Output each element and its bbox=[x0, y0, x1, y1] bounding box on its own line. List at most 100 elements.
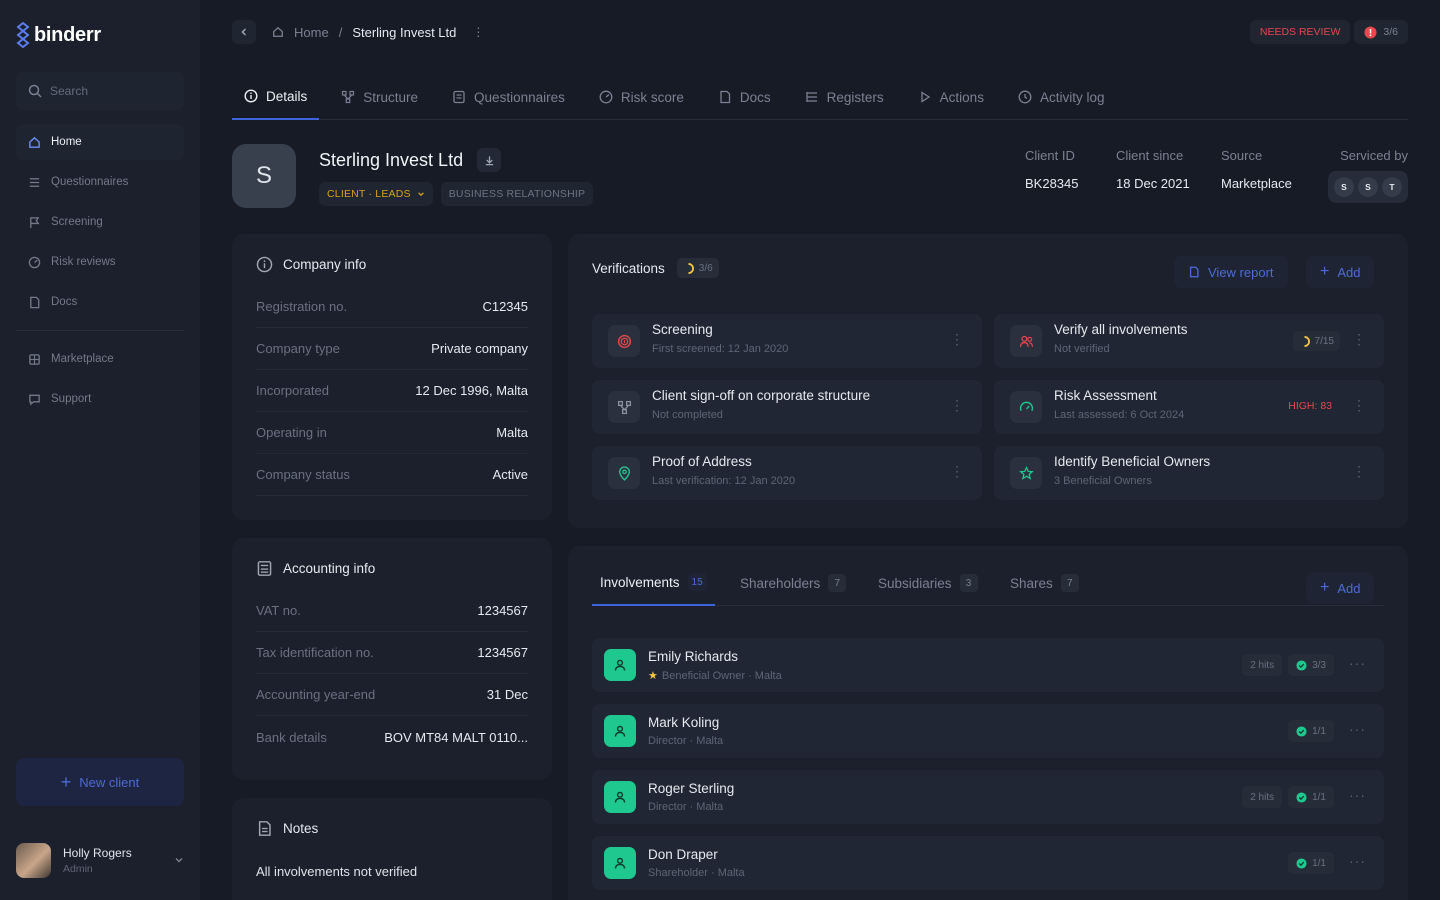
chat-icon bbox=[29, 394, 40, 406]
new-client-button[interactable]: + New client bbox=[16, 758, 184, 806]
tab-risk-score[interactable]: Risk score bbox=[587, 74, 696, 120]
tab-actions[interactable]: Actions bbox=[906, 74, 996, 120]
field-value: C12345 bbox=[482, 299, 528, 314]
verification-item-risk-assessment[interactable]: Risk Assessment Last assessed: 6 Oct 202… bbox=[994, 380, 1384, 434]
info-icon bbox=[244, 89, 258, 103]
sidebar-item-label: Screening bbox=[51, 216, 103, 228]
more-horizontal-icon[interactable]: ··· bbox=[1349, 655, 1366, 671]
table-row[interactable]: Roger Sterling Director · Malta 2 hits 1… bbox=[592, 770, 1384, 824]
person-name: Emily Richards bbox=[648, 649, 739, 664]
person-role: Director · Malta bbox=[648, 801, 723, 813]
review-progress-badge[interactable]: 3/6 bbox=[1354, 20, 1408, 44]
person-role: ★ Beneficial Owner · Malta bbox=[648, 669, 782, 683]
download-button[interactable] bbox=[477, 148, 502, 172]
company-info-card: Company info Registration no. C12345 Com… bbox=[232, 234, 552, 520]
sidebar-item-docs[interactable]: Docs bbox=[16, 284, 184, 320]
add-verification-button[interactable]: + Add bbox=[1306, 256, 1375, 288]
tab-shares[interactable]: Shares 7 bbox=[1010, 560, 1079, 606]
person-role: Shareholder · Malta bbox=[648, 867, 745, 879]
tab-questionnaires[interactable]: Questionnaires bbox=[440, 74, 577, 120]
sidebar-item-marketplace[interactable]: Marketplace bbox=[16, 341, 184, 377]
new-client-label: New client bbox=[79, 774, 140, 790]
needs-review-badge[interactable]: NEEDS REVIEW bbox=[1249, 20, 1351, 44]
user-name: Holly Rogers bbox=[63, 845, 132, 860]
more-vertical-icon[interactable]: ⋮ bbox=[1352, 398, 1366, 412]
sidebar-item-label: Questionnaires bbox=[51, 176, 129, 188]
verifications-title: Verifications bbox=[592, 260, 665, 276]
more-vertical-icon[interactable]: ⋮ bbox=[950, 332, 964, 346]
tab-shareholders[interactable]: Shareholders 7 bbox=[740, 560, 847, 606]
tab-involvements[interactable]: Involvements 15 bbox=[592, 560, 715, 606]
field-value: Private company bbox=[431, 341, 528, 356]
user-menu[interactable]: Holly Rogers Admin bbox=[16, 840, 184, 880]
list-icon bbox=[29, 177, 40, 187]
gauge-icon bbox=[1019, 401, 1033, 411]
hits-badge[interactable]: 2 hits bbox=[1242, 654, 1283, 676]
row-badges: 2 hits 3/3 bbox=[1242, 654, 1334, 676]
sidebar-item-screening[interactable]: Screening bbox=[16, 204, 184, 240]
sidebar-item-risk-reviews[interactable]: Risk reviews bbox=[16, 244, 184, 280]
tab-subsidiaries[interactable]: Subsidiaries 3 bbox=[878, 560, 978, 606]
verification-item-client-sign-off[interactable]: Client sign-off on corporate structure N… bbox=[592, 380, 982, 434]
tab-structure[interactable]: Structure bbox=[329, 74, 430, 120]
more-horizontal-icon[interactable]: ··· bbox=[1349, 787, 1366, 803]
form-icon bbox=[453, 90, 465, 104]
back-button[interactable] bbox=[232, 20, 256, 44]
sidebar-item-support[interactable]: Support bbox=[16, 381, 184, 417]
table-row[interactable]: Don Draper Shareholder · Malta 1/1 ··· bbox=[592, 836, 1384, 890]
sidebar-item-home[interactable]: Home bbox=[16, 124, 184, 160]
more-vertical-icon[interactable]: ⋮ bbox=[472, 25, 484, 39]
add-involvement-button[interactable]: + Add bbox=[1306, 572, 1375, 604]
notes-text: All involvements not verified bbox=[256, 864, 418, 879]
tab-registers[interactable]: Registers bbox=[793, 74, 896, 120]
hits-badge[interactable]: 2 hits bbox=[1242, 786, 1283, 808]
client-source-label: Source bbox=[1221, 148, 1263, 163]
verification-item-beneficial-owners[interactable]: Identify Beneficial Owners 3 Beneficial … bbox=[994, 446, 1384, 500]
sidebar-item-label: Docs bbox=[51, 296, 78, 308]
field-label: Accounting year-end bbox=[256, 687, 376, 702]
tab-activity-log[interactable]: Activity log bbox=[1006, 74, 1117, 120]
verification-item-verify-involvements[interactable]: Verify all involvements Not verified 7/1… bbox=[994, 314, 1384, 368]
more-horizontal-icon[interactable]: ··· bbox=[1349, 853, 1366, 869]
serviced-by-label: Serviced by bbox=[1340, 148, 1408, 163]
verification-title: Risk Assessment bbox=[1054, 388, 1157, 403]
more-vertical-icon[interactable]: ⋮ bbox=[950, 398, 964, 412]
document-icon bbox=[1189, 266, 1199, 278]
person-role-text: Shareholder · Malta bbox=[648, 867, 745, 879]
view-report-button[interactable]: View report bbox=[1174, 256, 1288, 288]
table-row[interactable]: Mark Koling Director · Malta 1/1 ··· bbox=[592, 704, 1384, 758]
table-row[interactable]: Emily Richards ★ Beneficial Owner · Malt… bbox=[592, 638, 1384, 692]
chevron-down-icon[interactable] bbox=[174, 855, 184, 865]
info-icon bbox=[256, 256, 273, 273]
sidebar-item-questionnaires[interactable]: Questionnaires bbox=[16, 164, 184, 200]
sidebar-item-label: Marketplace bbox=[51, 353, 114, 365]
breadcrumb: Home / Sterling Invest Ltd ⋮ bbox=[232, 20, 484, 44]
more-vertical-icon[interactable]: ⋮ bbox=[1352, 332, 1366, 346]
more-vertical-icon[interactable]: ⋮ bbox=[1352, 464, 1366, 478]
download-icon bbox=[485, 155, 493, 165]
serviced-by-avatars[interactable]: S S T bbox=[1328, 171, 1408, 203]
more-horizontal-icon[interactable]: ··· bbox=[1349, 721, 1366, 737]
main-content: Home / Sterling Invest Ltd ⋮ NEEDS REVIE… bbox=[200, 0, 1440, 900]
progress-ring-icon bbox=[1303, 335, 1310, 347]
accounting-info-row: Accounting year-end 31 Dec bbox=[256, 674, 528, 716]
client-id-value: BK28345 bbox=[1025, 176, 1079, 191]
verification-item-proof-of-address[interactable]: Proof of Address Last verification: 12 J… bbox=[592, 446, 982, 500]
logo[interactable]: binderr bbox=[16, 22, 101, 48]
company-info-row: Incorporated 12 Dec 1996, Malta bbox=[256, 370, 528, 412]
person-name: Mark Koling bbox=[648, 715, 720, 730]
document-icon bbox=[720, 90, 731, 104]
verification-item-screening[interactable]: Screening First screened: 12 Jan 2020 ⋮ bbox=[592, 314, 982, 368]
verifications-card: Verifications 3/6 View report + Add Scre… bbox=[568, 234, 1408, 528]
tab-docs[interactable]: Docs bbox=[706, 74, 783, 120]
verification-icon-wrap bbox=[608, 325, 640, 357]
involvements-tab-bar: Involvements 15 Shareholders 7 Subsidiar… bbox=[592, 560, 1384, 606]
client-type-dropdown[interactable]: CLIENT · LEADS bbox=[319, 182, 433, 206]
tab-details[interactable]: Details bbox=[232, 74, 320, 120]
check-circle-icon bbox=[1296, 857, 1307, 869]
breadcrumb-home[interactable]: Home bbox=[294, 25, 329, 40]
more-vertical-icon[interactable]: ⋮ bbox=[950, 464, 964, 478]
breadcrumb-separator: / bbox=[338, 24, 343, 40]
search-input[interactable]: Search bbox=[16, 72, 184, 110]
calculator-icon bbox=[257, 561, 272, 576]
